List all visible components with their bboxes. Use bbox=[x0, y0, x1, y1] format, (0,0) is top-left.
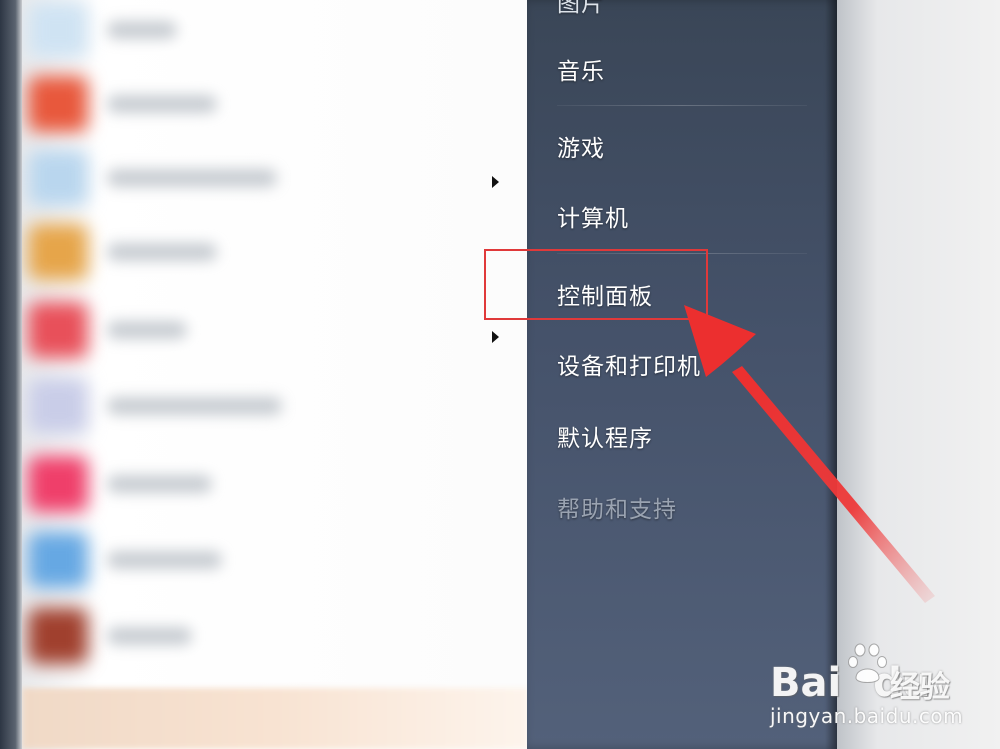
taskbar-edge bbox=[0, 0, 22, 749]
program-item[interactable] bbox=[22, 600, 528, 670]
menu-item-pictures[interactable]: 图片 bbox=[557, 0, 605, 18]
program-item[interactable] bbox=[22, 294, 528, 364]
program-icon bbox=[28, 608, 88, 664]
program-item[interactable] bbox=[22, 216, 528, 286]
program-label-blurred bbox=[107, 627, 192, 645]
program-icon bbox=[28, 378, 88, 434]
program-icon bbox=[28, 2, 88, 58]
watermark-url: jingyan.baidu.com bbox=[770, 704, 964, 728]
submenu-arrow-icon[interactable] bbox=[492, 176, 499, 188]
program-item[interactable] bbox=[22, 68, 528, 138]
program-item[interactable] bbox=[22, 370, 528, 440]
program-item[interactable] bbox=[22, 448, 528, 518]
menu-item-games[interactable]: 游戏 bbox=[557, 129, 605, 163]
program-icon bbox=[28, 532, 88, 588]
desktop-background bbox=[837, 0, 1000, 749]
program-icon bbox=[28, 150, 88, 206]
start-menu-right-pane: 图片 音乐 游戏 计算机 控制面板 设备和打印机 默认程序 帮助和支持 bbox=[527, 0, 837, 749]
program-icon bbox=[28, 456, 88, 512]
menu-item-devices-and-printers[interactable]: 设备和打印机 bbox=[557, 347, 701, 381]
menu-item-default-programs[interactable]: 默认程序 bbox=[557, 419, 653, 453]
program-label-blurred bbox=[107, 397, 282, 415]
menu-item-computer[interactable]: 计算机 bbox=[557, 199, 629, 233]
program-label-blurred bbox=[107, 243, 217, 261]
menu-item-help-and-support[interactable]: 帮助和支持 bbox=[557, 490, 677, 524]
program-list-blurred bbox=[22, 0, 528, 749]
program-icon bbox=[28, 76, 88, 132]
program-icon bbox=[28, 302, 88, 358]
program-item[interactable] bbox=[22, 0, 528, 64]
submenu-arrow-icon[interactable] bbox=[492, 331, 499, 343]
program-label-blurred bbox=[107, 321, 187, 339]
program-label-blurred bbox=[107, 95, 217, 113]
annotation-highlight-box bbox=[484, 249, 708, 320]
program-label-blurred bbox=[107, 475, 212, 493]
baidu-jingyan-watermark: Bai du 经验 jingyan.baidu.com bbox=[770, 640, 990, 740]
menu-item-music[interactable]: 音乐 bbox=[557, 52, 605, 86]
program-icon bbox=[28, 224, 88, 280]
watermark-product: 经验 bbox=[890, 670, 950, 705]
program-label-blurred bbox=[107, 551, 222, 569]
all-programs-bar[interactable] bbox=[22, 688, 528, 749]
program-label-blurred bbox=[107, 21, 177, 39]
program-label-blurred bbox=[107, 169, 277, 187]
program-item[interactable] bbox=[22, 142, 528, 212]
baidu-paw-icon bbox=[848, 643, 887, 683]
program-item[interactable] bbox=[22, 524, 528, 594]
menu-divider bbox=[557, 105, 807, 106]
